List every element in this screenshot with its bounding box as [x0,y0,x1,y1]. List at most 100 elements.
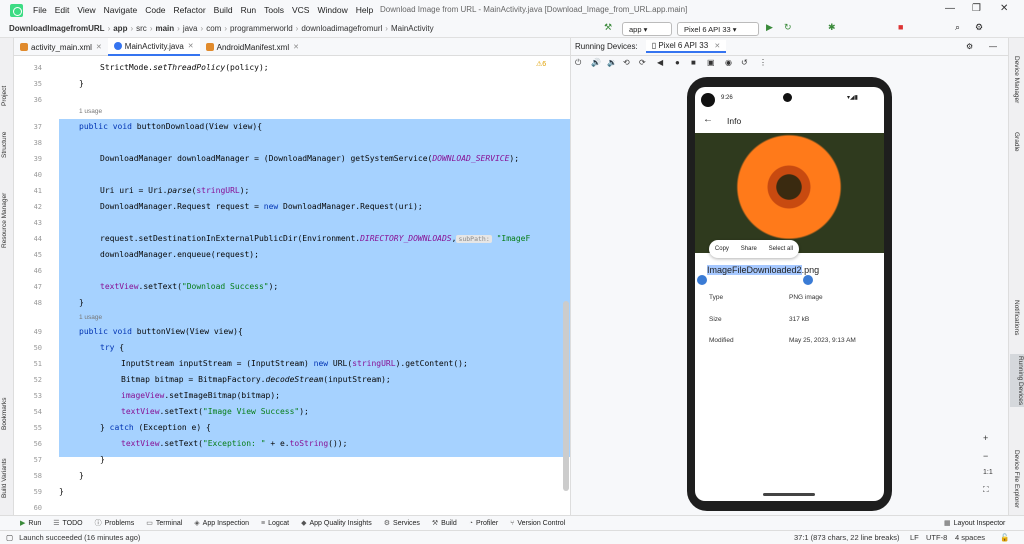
profiler-tool-button[interactable]: ◔ Profiler [469,520,498,527]
logcat-tool-button[interactable]: ≡ Logcat [261,520,289,527]
breadcrumb-project[interactable]: DownloadImagefromURL [6,24,108,33]
screenrecord-icon[interactable]: ◉ [725,58,732,67]
menu-edit[interactable]: Edit [51,5,74,15]
resource-manager-tool-tab[interactable]: Resource Manager [1,193,8,248]
stop-icon[interactable]: ■ [898,22,903,32]
warnings-count[interactable]: ⚠6 [536,60,546,68]
more-icon[interactable]: ⋮ [759,58,767,67]
menu-file[interactable]: File [29,5,51,15]
problems-tool-button[interactable]: ⓘ Problems [95,518,135,528]
hide-panel-icon[interactable]: — [989,42,997,51]
menu-navigate[interactable]: Navigate [100,5,142,15]
todo-tool-button[interactable]: ☰ TODO [53,519,82,528]
build-variants-tool-tab[interactable]: Build Variants [1,458,8,498]
rotate-left-icon[interactable]: ⟲ [623,58,630,67]
selection-handle-end[interactable] [803,275,813,285]
menu-refactor[interactable]: Refactor [170,5,210,15]
code-editor[interactable]: ⚠6 34 35 36 37 38 39 40 41 42 43 44 45 4… [14,56,570,515]
hammer-icon[interactable]: ⚒ [604,22,612,33]
menu-help[interactable]: Help [352,5,377,15]
power-icon[interactable]: ⏻ [575,58,581,68]
zoom-actual-button[interactable]: 1:1 [983,469,993,476]
minimize-icon[interactable]: — [945,3,955,14]
share-menu-item[interactable]: Share [741,246,757,252]
app-inspection-tool-button[interactable]: ◈ App Inspection [194,519,249,528]
gradle-tool-tab[interactable]: Gradle [1013,132,1020,152]
terminal-tool-button[interactable]: ▭ Terminal [146,519,182,528]
fit-screen-icon[interactable]: ⛶ [983,485,989,495]
lock-icon[interactable]: 🔓 [1000,533,1009,542]
menu-run[interactable]: Run [237,5,261,15]
device-file-explorer-tool-tab[interactable]: Device File Explorer [1013,450,1020,508]
run-tool-button[interactable]: ▶ Run [20,519,41,528]
overview-icon[interactable]: ■ [691,58,696,67]
breadcrumb-app[interactable]: app [110,24,130,33]
phone-screen[interactable]: 9:26 ▾◢▮ ← Info Copy Share Select all Im… [695,87,884,501]
bookmarks-tool-tab[interactable]: Bookmarks [1,397,8,430]
status-message[interactable]: Launch succeeded (16 minutes ago) [19,533,140,542]
run-config-select[interactable]: app ▾ [622,22,672,36]
status-panel-icon[interactable]: ▢ [6,533,13,542]
menu-window[interactable]: Window [313,5,351,15]
menu-tools[interactable]: Tools [260,5,288,15]
usage-hint[interactable]: 1 usage [79,314,102,321]
notifications-tool-tab[interactable]: Notifications [1013,300,1020,335]
breadcrumb-programmerworld[interactable]: programmerworld [227,24,296,33]
close-window-icon[interactable]: ✕ [1000,3,1008,14]
back-icon[interactable]: ◀ [657,58,663,67]
menu-build[interactable]: Build [210,5,237,15]
search-everywhere-icon[interactable]: ⌕ [955,22,960,33]
tab-android-manifest[interactable]: AndroidManifest.xml ✕ [200,38,305,56]
line-separator[interactable]: LF [910,533,919,542]
tab-main-activity[interactable]: MainActivity.java ✕ [107,38,200,56]
device-manager-tool-tab[interactable]: Device Manager [1013,56,1020,103]
running-devices-tool-tab[interactable]: Running Devices [1010,354,1024,408]
breadcrumb-com[interactable]: com [203,24,224,33]
debug-icon[interactable]: ✱ [828,22,836,33]
close-tab-icon[interactable]: ✕ [188,42,194,50]
device-select[interactable]: Pixel 6 API 33 ▾ [677,22,759,36]
breadcrumb-java[interactable]: java [180,24,201,33]
volume-down-icon[interactable]: 🔉 [607,58,617,67]
close-tab-icon[interactable]: ✕ [96,43,102,51]
close-tab-icon[interactable]: ✕ [714,43,720,50]
menu-vcs[interactable]: VCS [288,5,313,15]
structure-tool-tab[interactable]: Structure [1,132,8,158]
services-tool-button[interactable]: ⚙ Services [384,519,420,528]
gesture-bar[interactable] [763,493,815,496]
breadcrumb-package[interactable]: downloadimagefromurl [298,24,385,33]
breadcrumb-main[interactable]: main [152,24,177,33]
device-tab[interactable]: ▯ Pixel 6 API 33 ✕ [645,40,727,53]
file-encoding[interactable]: UTF-8 [926,533,947,542]
indent-setting[interactable]: 4 spaces [955,533,985,542]
selection-handle-start[interactable] [697,275,707,285]
rotate-right-icon[interactable]: ⟳ [639,58,646,67]
tab-activity-main[interactable]: activity_main.xml ✕ [14,38,108,56]
caret-position[interactable]: 37:1 (873 chars, 22 line breaks) [794,533,899,542]
zoom-in-button[interactable]: + [983,433,988,443]
menu-code[interactable]: Code [141,5,169,15]
layout-inspector-tool-button[interactable]: ▦ Layout Inspector [944,519,1005,528]
usage-hint[interactable]: 1 usage [79,108,102,115]
volume-up-icon[interactable]: 🔊 [591,58,601,67]
app-quality-insights-tool-button[interactable]: ◆ App Quality Insights [301,519,372,528]
apply-changes-icon[interactable]: ↻ [784,22,792,33]
screenshot-icon[interactable]: ▣ [707,58,715,67]
version-control-tool-button[interactable]: ⑂ Version Control [510,520,565,527]
select-all-menu-item[interactable]: Select all [769,246,793,252]
restore-icon[interactable]: ↺ [741,58,748,67]
copy-menu-item[interactable]: Copy [715,246,729,252]
file-name[interactable]: ImageFileDownloaded2.png [707,265,819,275]
maximize-icon[interactable]: ❐ [972,3,981,14]
home-icon[interactable]: ● [675,58,680,67]
editor-scrollbar[interactable] [563,301,569,491]
close-tab-icon[interactable]: ✕ [293,43,299,51]
run-icon[interactable]: ▶ [766,22,773,33]
settings-icon[interactable]: ⚙ [975,22,983,33]
menu-view[interactable]: View [73,5,99,15]
zoom-out-button[interactable]: − [983,451,988,461]
back-arrow-icon[interactable]: ← [703,114,713,125]
settings-icon[interactable]: ⚙ [966,42,973,51]
build-tool-button[interactable]: ⚒ Build [432,519,457,528]
breadcrumb-src[interactable]: src [133,24,150,33]
